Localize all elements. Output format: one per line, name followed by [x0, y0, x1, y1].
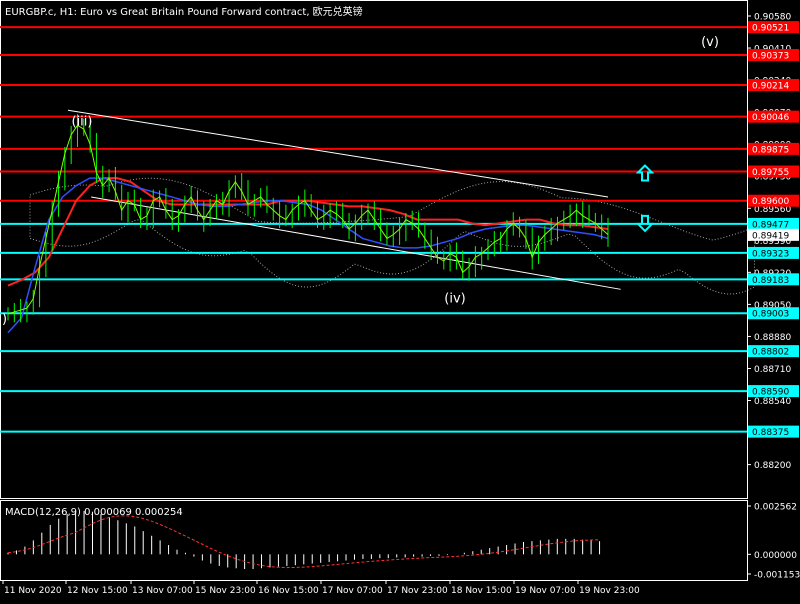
- resistance-level-label: 0.90046: [752, 113, 789, 123]
- support-level-label: 0.89003: [752, 310, 789, 320]
- trend-channel-upper: [67, 109, 609, 198]
- resistance-level-label: 0.89755: [752, 168, 789, 178]
- y-tick-label: 0.88200: [754, 461, 791, 471]
- chart-window[interactable]: 0.905800.904100.902400.900700.899000.897…: [0, 0, 800, 600]
- y-tick-label: 0.88710: [754, 365, 791, 375]
- current-price-label: 0.89419: [752, 231, 789, 241]
- price-line: [7, 124, 609, 315]
- x-tick-label: 16 Nov 15:00: [258, 586, 319, 596]
- up-arrow-icon: [635, 164, 655, 182]
- x-tick-label: 15 Nov 23:00: [195, 586, 256, 596]
- y-tick-label: 0.88880: [754, 333, 791, 343]
- support-level-label: 0.88590: [752, 388, 789, 398]
- x-tick-label: 11 Nov 2020: [4, 586, 62, 596]
- wave-label: (iv): [444, 292, 465, 307]
- resistance-level-label: 0.90373: [752, 52, 789, 62]
- x-tick-label: 12 Nov 15:00: [67, 586, 128, 596]
- macd-tick-label: 0.000000: [754, 551, 797, 561]
- x-tick-label: 19 Nov 07:00: [515, 586, 576, 596]
- cloud-band: [29, 177, 755, 295]
- support-level-label: 0.89323: [752, 249, 789, 259]
- support-level-label: 0.88802: [752, 348, 789, 358]
- x-tick-label: 17 Nov 23:00: [387, 586, 448, 596]
- x-tick-label: 17 Nov 07:00: [322, 586, 383, 596]
- wave-label: ): [2, 312, 7, 327]
- support-level-label: 0.88375: [752, 428, 789, 438]
- y-tick-label: 0.90580: [754, 13, 791, 23]
- wave-label: (iii): [72, 114, 93, 129]
- macd-label: MACD(12,26,9) 0.000069 0.000254: [5, 507, 183, 518]
- chart-title: EURGBP.c, H1: Euro vs Great Britain Poun…: [5, 7, 363, 18]
- wave-label: (v): [701, 35, 719, 50]
- resistance-level-label: 0.90214: [752, 81, 789, 91]
- x-tick-label: 13 Nov 07:00: [132, 586, 193, 596]
- x-tick-label: 18 Nov 15:00: [451, 586, 512, 596]
- y-tick-label: 0.88540: [754, 397, 791, 407]
- red-moving-average: [7, 177, 609, 287]
- resistance-level-label: 0.90521: [752, 24, 789, 34]
- macd-tick-label: -0.001153: [754, 571, 800, 581]
- macd-tick-label: 0.002562: [754, 503, 797, 513]
- support-level-label: 0.89183: [752, 276, 789, 286]
- x-tick-label: 19 Nov 23:00: [579, 586, 640, 596]
- resistance-level-label: 0.89600: [752, 197, 789, 207]
- resistance-level-label: 0.89875: [752, 145, 789, 155]
- main-pane-frame: [0, 0, 748, 499]
